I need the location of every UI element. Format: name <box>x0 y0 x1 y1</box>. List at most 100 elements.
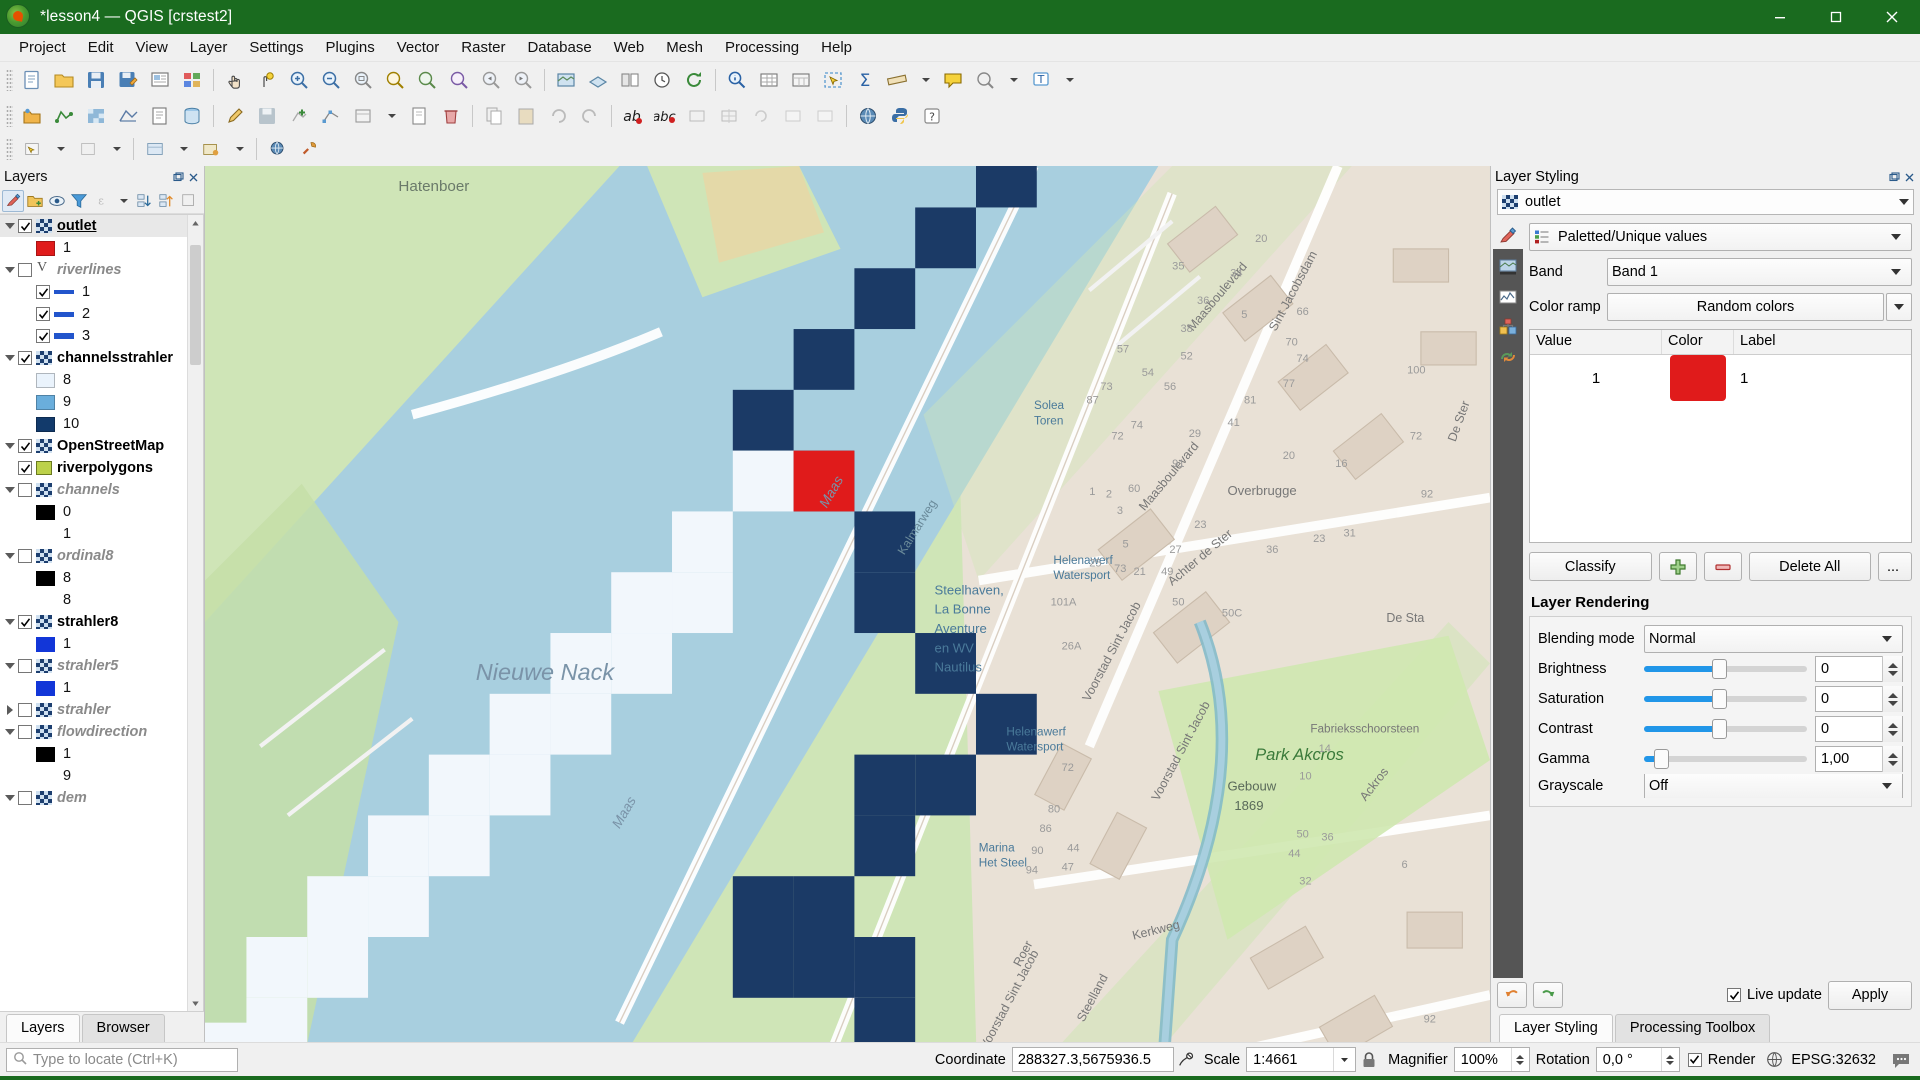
tab-layers[interactable]: Layers <box>6 1014 80 1042</box>
messages-icon[interactable] <box>1888 1050 1914 1070</box>
color-ramp-button[interactable]: Random colors <box>1607 293 1884 321</box>
magnifier-spinbox[interactable]: 100% <box>1454 1047 1530 1072</box>
add-group-icon[interactable] <box>24 190 46 212</box>
table-row[interactable]: 1 1 <box>1530 355 1911 401</box>
processing-toolbox-icon[interactable] <box>295 134 325 164</box>
coordinate-field[interactable]: 288327.3,5675936.5 <box>1012 1047 1174 1072</box>
rotation-spinbox[interactable]: 0,0 ° <box>1596 1047 1680 1072</box>
transparency-icon[interactable] <box>1493 253 1523 281</box>
tab-browser[interactable]: Browser <box>82 1014 165 1042</box>
class-checkbox[interactable] <box>36 329 50 343</box>
expander-outlet[interactable] <box>2 223 18 229</box>
toolbar-grip[interactable] <box>6 69 13 91</box>
zoom-in-icon[interactable] <box>284 65 314 95</box>
checkbox-strahler8[interactable] <box>18 615 32 629</box>
menu-raster[interactable]: Raster <box>450 36 516 59</box>
menu-project[interactable]: Project <box>8 36 77 59</box>
metasearch-icon[interactable] <box>263 134 293 164</box>
vertex-tool-icon[interactable] <box>316 101 346 131</box>
checkbox-flowdirection[interactable] <box>18 725 32 739</box>
layer-row-openstreetmap[interactable]: OpenStreetMap <box>0 435 187 457</box>
expander-riverlines[interactable] <box>2 267 18 273</box>
classify-button[interactable]: Classify <box>1529 552 1652 581</box>
expander-strahler8[interactable] <box>2 619 18 625</box>
checkbox-strahler[interactable] <box>18 703 32 717</box>
histogram-icon[interactable] <box>1493 283 1523 311</box>
grayscale-combo[interactable]: Off <box>1644 774 1903 798</box>
zoom-next-icon[interactable] <box>508 65 538 95</box>
measure-dropdown-arrow[interactable] <box>914 65 936 95</box>
open-layer-styling-panel-icon[interactable] <box>2 190 24 212</box>
checkbox-strahler5[interactable] <box>18 659 32 673</box>
locator-bar[interactable]: Type to locate (Ctrl+K) <box>6 1048 238 1072</box>
minimize-button[interactable] <box>1752 0 1808 34</box>
layer-row-strahler[interactable]: strahler <box>0 699 187 721</box>
digitize-dropdown-arrow[interactable] <box>380 101 402 131</box>
rotation-stepper[interactable] <box>1661 1048 1679 1071</box>
save-project-icon[interactable] <box>81 65 111 95</box>
collapse-all-icon[interactable] <box>156 190 178 212</box>
toggle-extents-icon[interactable] <box>1174 1051 1198 1069</box>
new-print-layout-icon[interactable] <box>145 65 175 95</box>
show-statistics-icon[interactable] <box>196 134 226 164</box>
field-calc-dropdown-arrow[interactable] <box>172 134 194 164</box>
rotate-label-icon[interactable] <box>746 101 776 131</box>
layers-panel-float-button[interactable] <box>172 171 185 184</box>
expander-channelsstrahler[interactable] <box>2 355 18 361</box>
contrast-stepper[interactable] <box>1882 716 1902 742</box>
class-row[interactable]: 1 <box>0 237 187 259</box>
manage-map-themes-icon[interactable] <box>46 190 68 212</box>
diagram-icon[interactable]: abc <box>650 101 680 131</box>
apply-button[interactable]: Apply <box>1828 981 1912 1010</box>
gamma-slider[interactable] <box>1644 748 1807 770</box>
color-swatch[interactable] <box>1670 355 1726 401</box>
text-annotation-icon[interactable]: T <box>1026 65 1056 95</box>
contrast-slider[interactable] <box>1644 718 1807 740</box>
data-source-manager-icon[interactable] <box>17 101 47 131</box>
brightness-spinbox[interactable]: 0 <box>1815 656 1903 682</box>
zoom-last-icon[interactable] <box>476 65 506 95</box>
select-expression-dropdown-arrow[interactable] <box>105 134 127 164</box>
identify-features-icon[interactable] <box>722 65 752 95</box>
label-icon[interactable]: ab <box>618 101 648 131</box>
cell-color[interactable] <box>1662 355 1734 401</box>
open-project-icon[interactable] <box>49 65 79 95</box>
styling-panel-float-button[interactable] <box>1888 171 1901 184</box>
rendering-icon[interactable] <box>1493 313 1523 341</box>
menu-settings[interactable]: Settings <box>238 36 314 59</box>
select-by-location-icon[interactable] <box>17 134 47 164</box>
change-label-icon[interactable] <box>778 101 808 131</box>
render-checkbox[interactable] <box>1688 1053 1702 1067</box>
saturation-spinbox[interactable]: 0 <box>1815 686 1903 712</box>
crs-label[interactable]: EPSG:32632 <box>1791 1052 1876 1068</box>
map-layout-icon[interactable] <box>615 65 645 95</box>
layer-row-riverlines[interactable]: riverlines <box>0 259 187 281</box>
live-update-checkbox[interactable] <box>1727 988 1741 1002</box>
lock-scale-icon[interactable] <box>1356 1051 1382 1069</box>
live-update-checkbox-row[interactable]: Live update <box>1727 987 1822 1003</box>
redo-features-icon[interactable] <box>575 101 605 131</box>
expander-ordinal8[interactable] <box>2 553 18 559</box>
remove-entry-icon[interactable] <box>1704 552 1742 581</box>
checkbox-channelsstrahler[interactable] <box>18 351 32 365</box>
menu-view[interactable]: View <box>125 36 179 59</box>
class-row[interactable]: 8 <box>0 589 187 611</box>
layer-selector-combo[interactable]: outlet <box>1497 189 1914 215</box>
tab-layer-styling[interactable]: Layer Styling <box>1499 1014 1613 1042</box>
georeferencer-icon[interactable] <box>853 101 883 131</box>
render-checkbox-row[interactable]: Render <box>1688 1052 1756 1068</box>
legend-filter-dropdown-arrow[interactable] <box>112 190 134 212</box>
add-raster-layer-icon[interactable] <box>81 101 111 131</box>
class-row[interactable]: 3 <box>0 325 187 347</box>
checkbox-riverlines[interactable] <box>18 263 32 277</box>
color-ramp-dropdown-button[interactable] <box>1886 293 1912 321</box>
undo-icon[interactable] <box>1497 982 1527 1008</box>
sum-statistics-icon[interactable]: Σ <box>850 65 880 95</box>
open-attribute-table-icon[interactable] <box>754 65 784 95</box>
class-row[interactable]: 9 <box>0 765 187 787</box>
class-row[interactable]: 0 <box>0 501 187 523</box>
class-row[interactable]: 1 <box>0 281 187 303</box>
map-canvas[interactable]: Hatenboer Nieuwe Nack Maas Maas Kalmarwe… <box>205 166 1490 1042</box>
add-vector-layer-icon[interactable] <box>49 101 79 131</box>
expander-strahler5[interactable] <box>2 663 18 669</box>
